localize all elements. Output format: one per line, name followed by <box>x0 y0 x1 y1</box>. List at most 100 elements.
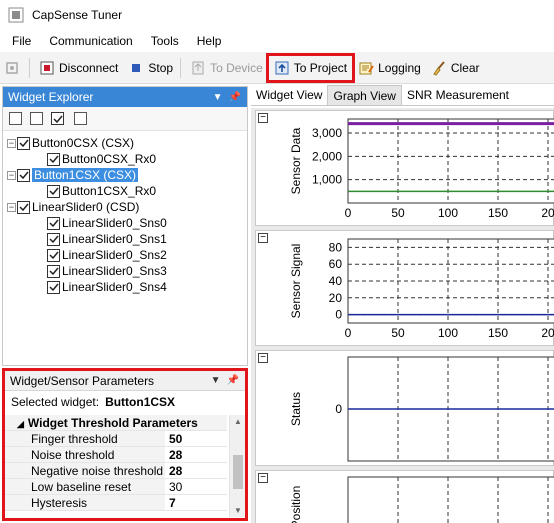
graph-svg: 0 Status <box>289 356 554 462</box>
dropdown-icon[interactable]: ▼ <box>213 92 223 103</box>
tree-checkbox[interactable] <box>47 184 60 198</box>
tree-checkbox[interactable] <box>17 168 30 182</box>
widget-explorer-panel: Widget Explorer ▼ 📌 − Button0CSX (CSX) But… <box>2 86 248 366</box>
gear-icon <box>6 61 18 74</box>
param-row[interactable]: Hysteresis 7 <box>5 495 245 511</box>
tree-widget-node[interactable]: − Button0CSX (CSX) <box>3 135 247 151</box>
params-scrollbar[interactable]: ▲ ▼ <box>229 415 245 517</box>
graph-panel: −80 60 40 20 0 0 50 100 150 20 Sensor Signal <box>255 230 554 346</box>
tree-expander-icon[interactable]: − <box>7 202 16 212</box>
param-value[interactable]: 7 <box>165 495 227 511</box>
y-tick-label: 0 <box>335 402 342 416</box>
tree-widget-node[interactable]: − Button1CSX (CSX) <box>3 167 247 183</box>
tree-checkbox[interactable] <box>47 152 60 166</box>
graph-area: Widget View Graph View SNR Measurement −… <box>251 85 554 523</box>
tab-snr-measurement[interactable]: SNR Measurement <box>402 85 514 105</box>
param-name: Low baseline reset <box>5 479 165 495</box>
pin-icon[interactable]: 📌 <box>229 92 241 103</box>
tab-graph-view[interactable]: Graph View <box>327 85 402 105</box>
view-tabs: Widget View Graph View SNR Measurement <box>251 85 554 106</box>
tree-sensor-node[interactable]: LinearSlider0_Sns2 <box>3 247 247 263</box>
tree-widget-node[interactable]: − LinearSlider0 (CSD) <box>3 199 247 215</box>
tree-checkbox[interactable] <box>47 248 60 262</box>
stop-button[interactable]: Stop <box>124 56 177 80</box>
param-row[interactable]: Low baseline reset 30 <box>5 479 245 495</box>
collapse-caret-icon[interactable]: ◢ <box>17 419 24 429</box>
tree-node-label: LinearSlider0_Sns0 <box>62 216 167 230</box>
graph-panel: −3,000 2,000 1,000 0 50 100 150 20 Sensor Data <box>255 110 554 226</box>
window-title: CapSense Tuner <box>32 8 123 22</box>
expand-all-icon[interactable] <box>30 112 43 125</box>
menu-file[interactable]: File <box>6 30 37 52</box>
tree-checkbox[interactable] <box>47 264 60 278</box>
y-axis-label: Status <box>289 392 303 426</box>
broom-icon <box>433 60 445 76</box>
param-value[interactable]: 28 <box>165 447 227 463</box>
dropdown-icon[interactable]: ▼ <box>211 375 221 386</box>
widget-sensor-parameters-panel: Widget/Sensor Parameters ▼ 📌 Selected wi… <box>2 368 248 521</box>
collapse-all-icon[interactable] <box>9 112 22 125</box>
disconnect-label: Disconnect <box>59 60 119 75</box>
param-row[interactable]: Finger threshold 50 <box>5 431 245 447</box>
scroll-up-icon[interactable]: ▲ <box>234 417 242 426</box>
check-all-icon[interactable] <box>51 112 64 125</box>
tree-sensor-node[interactable]: LinearSlider0_Sns3 <box>3 263 247 279</box>
category-row[interactable]: ◢ Widget Threshold Parameters <box>5 415 245 431</box>
graph-panel: −0 Status <box>255 350 554 466</box>
logging-button[interactable]: Logging <box>354 56 425 80</box>
tree-checkbox[interactable] <box>17 200 30 214</box>
menu-communication[interactable]: Communication <box>43 30 138 52</box>
menu-tools[interactable]: Tools <box>145 30 185 52</box>
tree-sensor-node[interactable]: LinearSlider0_Sns1 <box>3 231 247 247</box>
tree-sensor-node[interactable]: Button0CSX_Rx0 <box>3 151 247 167</box>
param-name: Finger threshold <box>5 431 165 447</box>
tree-sensor-node[interactable]: LinearSlider0_Sns4 <box>3 279 247 295</box>
param-row[interactable]: Noise threshold 28 <box>5 447 245 463</box>
y-tick-label: 80 <box>329 240 343 254</box>
disconnect-icon <box>40 61 54 74</box>
selected-widget-label: Selected widget: <box>11 395 100 409</box>
menu-bar: File Communication Tools Help <box>0 30 554 52</box>
graph-svg: 3,000 2,000 1,000 0 50 100 150 20 Sensor Data <box>289 118 554 220</box>
tree-node-label: Button0CSX_Rx0 <box>62 152 157 166</box>
disconnect-button[interactable]: Disconnect <box>35 56 122 80</box>
tree-expander-icon[interactable]: − <box>7 138 16 148</box>
y-tick-label: 3,000 <box>312 126 342 140</box>
y-axis-label: Position <box>289 486 303 523</box>
menu-help[interactable]: Help <box>191 30 228 52</box>
to-device-button[interactable]: To Device <box>186 56 267 80</box>
tree-checkbox[interactable] <box>17 136 30 150</box>
y-tick-label: 20 <box>329 291 343 305</box>
graph-svg: 80 60 40 20 00 50 100 150 20 Sensor Signal <box>289 238 554 340</box>
param-value[interactable]: 50 <box>165 431 227 447</box>
params-title: Widget/Sensor Parameters <box>10 373 155 388</box>
pin-icon[interactable]: 📌 <box>227 375 239 386</box>
tree-sensor-node[interactable]: Button1CSX_Rx0 <box>3 183 247 199</box>
uncheck-all-icon[interactable] <box>74 112 87 125</box>
param-value[interactable]: 30 <box>165 479 227 495</box>
x-tick-label: 150 <box>488 206 508 220</box>
clear-button[interactable]: Clear <box>427 56 484 80</box>
plot-area <box>347 476 554 523</box>
scroll-down-icon[interactable]: ▼ <box>234 506 242 515</box>
to-project-button[interactable]: To Project <box>265 52 356 83</box>
property-grid: ◢ Widget Threshold Parameters Finger thre… <box>5 415 245 517</box>
tab-widget-view[interactable]: Widget View <box>251 85 327 105</box>
widget-explorer-header: Widget Explorer ▼ 📌 <box>3 87 247 107</box>
param-name: Hysteresis <box>5 495 165 511</box>
tree-node-label: LinearSlider0_Sns2 <box>62 248 167 262</box>
tree-checkbox[interactable] <box>47 232 60 246</box>
x-tick-label: 100 <box>438 326 458 340</box>
y-tick-label: 0 <box>335 308 342 322</box>
param-row[interactable]: Negative noise threshold 28 <box>5 463 245 479</box>
graph-svg: Position <box>289 476 554 523</box>
connect-button[interactable] <box>2 56 26 80</box>
tree-sensor-node[interactable]: LinearSlider0_Sns0 <box>3 215 247 231</box>
param-value[interactable]: 28 <box>165 463 227 479</box>
x-tick-label: 50 <box>391 326 405 340</box>
tree-checkbox[interactable] <box>47 216 60 230</box>
tree-checkbox[interactable] <box>47 280 60 294</box>
tree-node-label: LinearSlider0_Sns3 <box>62 264 167 278</box>
scroll-thumb[interactable] <box>233 455 243 489</box>
tree-expander-icon[interactable]: − <box>7 170 16 180</box>
